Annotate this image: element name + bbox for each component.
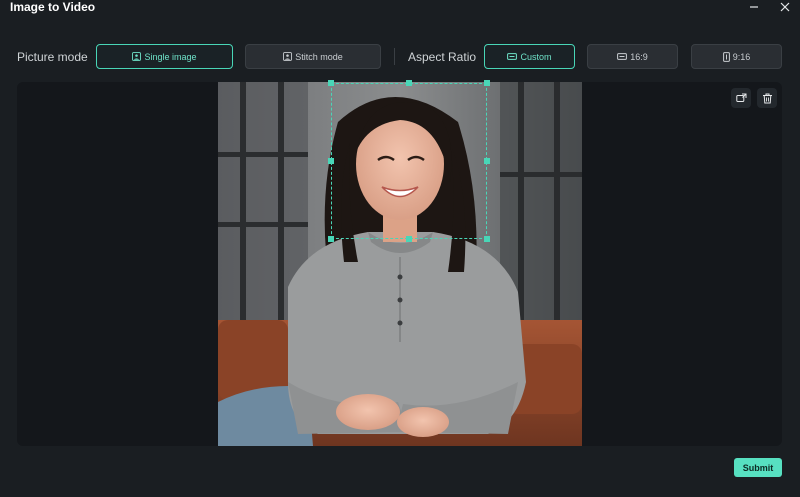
image-icon <box>132 52 142 61</box>
minimize-icon <box>750 6 758 8</box>
custom-ratio-label: Custom <box>520 51 552 62</box>
stitch-mode-label: Stitch mode <box>295 51 343 62</box>
replace-image-icon <box>735 93 746 102</box>
crop-handle-bottom-left[interactable] <box>328 236 334 242</box>
ratio-9-16-label: 9:16 <box>732 51 751 62</box>
title-bar: Image to Video <box>0 0 800 16</box>
portrait-ratio-icon <box>722 51 730 62</box>
single-image-label: Single image <box>144 51 197 62</box>
ratio-16-9-label: 16:9 <box>630 51 648 62</box>
aspect-ratio-label: Aspect Ratio <box>408 50 477 64</box>
crop-handle-top[interactable] <box>406 80 412 86</box>
trash-icon <box>762 93 772 103</box>
window-title: Image to Video <box>10 0 96 14</box>
delete-image-button[interactable] <box>757 88 777 108</box>
custom-ratio-icon <box>507 53 518 60</box>
minimize-button[interactable] <box>747 0 761 14</box>
landscape-ratio-icon <box>617 53 628 60</box>
crop-selection[interactable] <box>331 83 487 239</box>
divider <box>394 48 395 65</box>
single-image-button[interactable]: Single image <box>96 44 233 69</box>
close-icon <box>780 2 790 12</box>
custom-ratio-button[interactable]: Custom <box>484 44 575 69</box>
crop-handle-left[interactable] <box>328 158 334 164</box>
crop-handle-bottom-right[interactable] <box>484 236 490 242</box>
stitch-mode-button[interactable]: Stitch mode <box>245 44 381 69</box>
crop-handle-top-left[interactable] <box>328 80 334 86</box>
ratio-9-16-button[interactable]: 9:16 <box>691 44 782 69</box>
crop-handle-right[interactable] <box>484 158 490 164</box>
submit-button[interactable]: Submit <box>734 458 782 477</box>
picture-mode-label: Picture mode <box>17 50 88 64</box>
crop-handle-bottom[interactable] <box>406 236 412 242</box>
close-button[interactable] <box>778 0 792 14</box>
image-icon <box>283 52 293 61</box>
crop-handle-top-right[interactable] <box>484 80 490 86</box>
ratio-16-9-button[interactable]: 16:9 <box>587 44 678 69</box>
replace-image-button[interactable] <box>731 88 751 108</box>
